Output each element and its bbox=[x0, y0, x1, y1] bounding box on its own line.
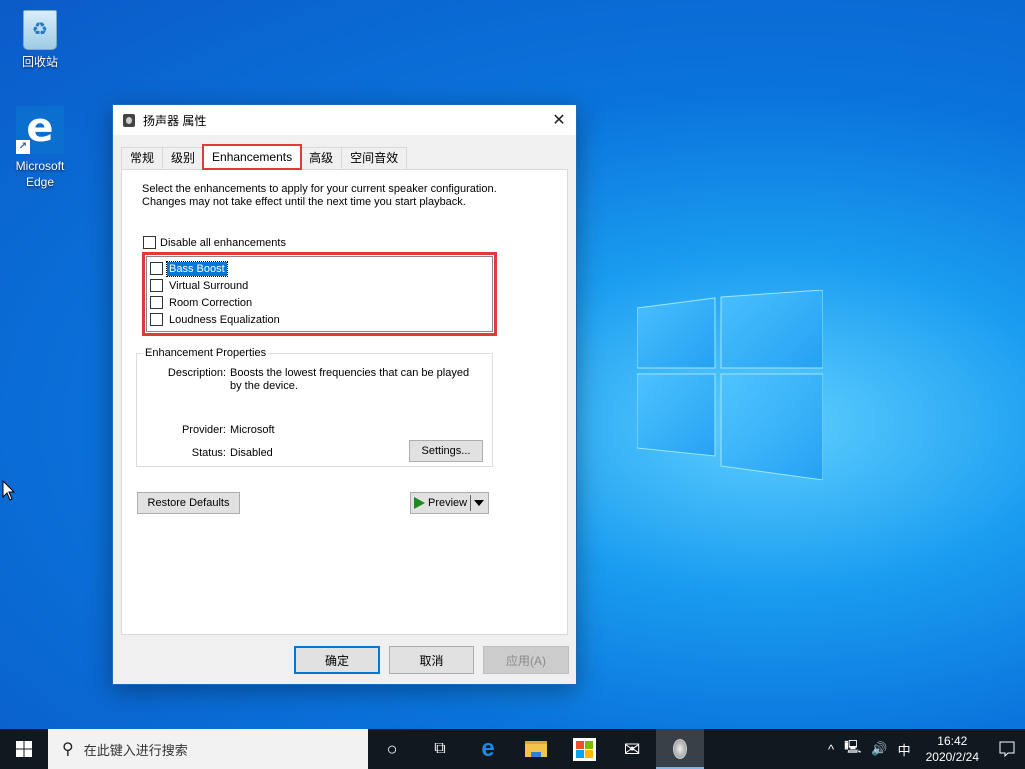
checkbox[interactable] bbox=[150, 296, 163, 309]
list-item-label: Bass Boost bbox=[166, 260, 228, 277]
enhancements-list: Bass Boost Virtual Surround Room Correct… bbox=[146, 256, 493, 332]
checkbox[interactable] bbox=[143, 236, 156, 249]
volume-icon[interactable]: 🔊 bbox=[866, 741, 892, 757]
clock-date: 2020/2/24 bbox=[925, 750, 979, 764]
action-center-button[interactable] bbox=[989, 741, 1025, 757]
clock[interactable]: 16:42 2020/2/24 bbox=[916, 733, 989, 765]
task-view-icon: ⧉ bbox=[434, 740, 446, 757]
edge-taskbar-button[interactable]: e bbox=[464, 729, 512, 769]
preview-label: Preview bbox=[428, 497, 468, 509]
enhancement-properties-group: Enhancement Properties Description: Boos… bbox=[136, 347, 493, 467]
ok-button[interactable]: 确定 bbox=[294, 646, 380, 674]
checkbox[interactable] bbox=[150, 313, 163, 326]
mail-icon: ✉ bbox=[623, 738, 641, 761]
apply-button[interactable]: 应用(A) bbox=[483, 646, 569, 674]
system-tray: ^ 🖳 🔊 中 16:42 2020/2/24 bbox=[823, 729, 1025, 769]
tab-general[interactable]: 常规 bbox=[121, 147, 164, 169]
speaker-properties-dialog: 扬声器 属性 ✕ 常规 级别 Enhancements 高级 空间音效 Sele… bbox=[112, 104, 577, 685]
provider-value: Microsoft bbox=[230, 424, 275, 436]
description-label: Description: bbox=[167, 367, 226, 379]
taskbar-search-box[interactable]: ⚲ 在此键入进行搜索 bbox=[48, 729, 368, 769]
list-item-label: Virtual Surround bbox=[169, 279, 249, 292]
speaker-properties-taskbar-button[interactable] bbox=[656, 729, 704, 769]
status-label: Status: bbox=[191, 447, 226, 459]
edge-icon: e ↗ bbox=[16, 106, 64, 154]
file-explorer-button[interactable] bbox=[512, 729, 560, 769]
enhancements-panel: Select the enhancements to apply for you… bbox=[121, 169, 568, 635]
restore-defaults-button[interactable]: Restore Defaults bbox=[137, 492, 240, 514]
network-icon[interactable]: 🖳 bbox=[839, 738, 866, 760]
description-value: Boosts the lowest frequencies that can b… bbox=[230, 367, 470, 392]
title-bar[interactable]: 扬声器 属性 ✕ bbox=[113, 105, 576, 135]
checkbox-label: Disable all enhancements bbox=[160, 236, 286, 249]
mouse-cursor-icon bbox=[2, 480, 16, 501]
checkbox[interactable] bbox=[150, 262, 163, 275]
settings-button[interactable]: Settings... bbox=[409, 440, 483, 462]
shortcut-arrow-icon: ↗ bbox=[16, 140, 30, 154]
store-button[interactable] bbox=[560, 729, 608, 769]
task-view-button[interactable]: ⧉ bbox=[416, 729, 464, 769]
group-title: Enhancement Properties bbox=[143, 347, 269, 359]
checkbox[interactable] bbox=[150, 279, 163, 292]
cancel-button[interactable]: 取消 bbox=[389, 646, 474, 674]
enhancement-item-room-correction[interactable]: Room Correction bbox=[147, 294, 492, 311]
tab-strip: 常规 级别 Enhancements 高级 空间音效 bbox=[121, 144, 408, 170]
list-item-label: Loudness Equalization bbox=[169, 313, 280, 326]
windows-start-icon bbox=[16, 741, 32, 757]
speaker-app-icon bbox=[673, 739, 687, 759]
disable-all-enhancements-checkbox[interactable]: Disable all enhancements bbox=[143, 236, 286, 249]
dialog-title: 扬声器 属性 bbox=[143, 113, 207, 128]
start-button[interactable] bbox=[0, 729, 48, 769]
desktop-icon-label: Microsoft Edge bbox=[15, 159, 65, 189]
cortana-icon: ○ bbox=[386, 738, 398, 759]
desktop-icon-label: 回收站 bbox=[21, 55, 58, 69]
description-row: Description: Boosts the lowest frequenci… bbox=[137, 367, 475, 393]
clock-time: 16:42 bbox=[937, 734, 968, 748]
dropdown-arrow-icon[interactable] bbox=[474, 500, 484, 506]
tab-enhancements[interactable]: Enhancements bbox=[202, 144, 303, 170]
mail-button[interactable]: ✉ bbox=[608, 729, 656, 769]
preview-split-button[interactable]: Preview bbox=[410, 492, 489, 514]
speaker-icon bbox=[123, 113, 135, 127]
close-button[interactable]: ✕ bbox=[542, 105, 576, 135]
file-explorer-icon bbox=[525, 741, 547, 757]
windows-logo-wallpaper bbox=[637, 290, 823, 480]
intro-text: Select the enhancements to apply for you… bbox=[142, 183, 497, 208]
taskbar: ⚲ 在此键入进行搜索 ○ ⧉ e ✉ ^ 🖳 🔊 中 16:42 2020/2/… bbox=[0, 729, 1025, 769]
tab-levels[interactable]: 级别 bbox=[162, 147, 205, 169]
search-icon: ⚲ bbox=[62, 741, 74, 758]
play-icon bbox=[414, 497, 425, 509]
cortana-button[interactable]: ○ bbox=[368, 729, 416, 769]
provider-label: Provider: bbox=[181, 424, 226, 436]
desktop-icon-edge[interactable]: e ↗ Microsoft Edge bbox=[2, 106, 78, 190]
provider-row: Provider: Microsoft bbox=[137, 424, 475, 437]
ime-indicator[interactable]: 中 bbox=[893, 740, 916, 759]
desktop-icon-recycle-bin[interactable]: 回收站 bbox=[2, 10, 78, 70]
show-hidden-icons-button[interactable]: ^ bbox=[823, 742, 839, 757]
store-icon bbox=[572, 737, 596, 761]
split-separator bbox=[470, 495, 471, 511]
recycle-bin-icon bbox=[23, 10, 57, 50]
edge-icon: e bbox=[481, 735, 495, 762]
enhancement-item-virtual-surround[interactable]: Virtual Surround bbox=[147, 277, 492, 294]
enhancement-item-loudness-equalization[interactable]: Loudness Equalization bbox=[147, 311, 492, 328]
notification-icon bbox=[999, 741, 1015, 757]
search-placeholder: 在此键入进行搜索 bbox=[83, 742, 188, 758]
enhancement-item-bass-boost[interactable]: Bass Boost bbox=[147, 260, 492, 277]
list-item-label: Room Correction bbox=[169, 296, 253, 309]
tab-advanced[interactable]: 高级 bbox=[300, 147, 343, 169]
tab-spatial-sound[interactable]: 空间音效 bbox=[341, 147, 408, 169]
